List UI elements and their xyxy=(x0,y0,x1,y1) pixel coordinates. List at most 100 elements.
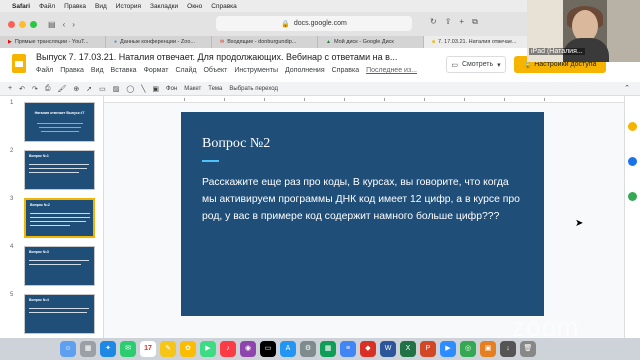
menu-help[interactable]: Справка xyxy=(211,3,237,10)
zoom-app-icon[interactable]: ▶ xyxy=(440,341,456,357)
document-title[interactable]: Выпуск 7. 17.03.21. Наталия отвечает. Дл… xyxy=(36,52,397,62)
present-button[interactable]: ▭ Смотреть ▾ xyxy=(446,56,506,73)
docs-menu-object[interactable]: Объект xyxy=(203,67,227,74)
select-cursor-icon[interactable]: ➚ xyxy=(86,85,92,93)
slide-thumbnail[interactable]: Вопрос №3 xyxy=(24,246,95,286)
slide-thumbnail-row[interactable]: 5 Вопрос №4 xyxy=(0,292,103,338)
menu-window[interactable]: Окно xyxy=(187,3,202,10)
browser-tab[interactable]: ✉ Входящие - donburgundip... xyxy=(212,36,318,48)
last-edit-link[interactable]: Последнее из... xyxy=(366,67,417,74)
acrobat-icon[interactable]: ◆ xyxy=(360,341,376,357)
trash-icon[interactable]: 🗑 xyxy=(520,341,536,357)
excel-icon[interactable]: X xyxy=(400,341,416,357)
slide-thumbnail[interactable]: Наталия отвечает Выпуск #7 xyxy=(24,102,95,142)
reload-icon[interactable]: ↻ xyxy=(430,17,437,27)
docs-menu-edit[interactable]: Правка xyxy=(60,67,84,74)
browser-tab[interactable]: ● Данные конференции - Zoo... xyxy=(106,36,212,48)
docs-menu-addons[interactable]: Дополнения xyxy=(285,67,325,74)
line-icon[interactable]: ╲ xyxy=(141,85,145,93)
docs-menu-insert[interactable]: Вставка xyxy=(111,67,137,74)
fullscreen-window-icon[interactable] xyxy=(30,20,37,28)
new-slide-icon[interactable]: + xyxy=(8,85,12,92)
docs-icon[interactable]: ≡ xyxy=(340,341,356,357)
notes-icon[interactable]: ✎ xyxy=(160,341,176,357)
menu-bookmarks[interactable]: Закладки xyxy=(150,3,178,10)
sheets-icon[interactable]: ▦ xyxy=(320,341,336,357)
docs-menu-slide[interactable]: Слайд xyxy=(175,67,196,74)
current-slide[interactable]: Вопрос №2 Расскажите еще раз про коды, В… xyxy=(181,112,544,316)
browser-tab-active[interactable]: ■ 7. 17.03.21. Наталия отвечае... xyxy=(424,36,530,48)
word-icon[interactable]: W xyxy=(380,341,396,357)
browser-tab[interactable]: ▶ Прямые трансляции - YouT... xyxy=(0,36,106,48)
chrome-icon[interactable]: ◎ xyxy=(460,341,476,357)
menu-file[interactable]: Файл xyxy=(39,3,55,10)
text-box-icon[interactable]: ▭ xyxy=(99,85,106,93)
tv-icon[interactable]: ▭ xyxy=(260,341,276,357)
launchpad-icon[interactable]: ▦ xyxy=(80,341,96,357)
paint-format-icon[interactable]: 🖌 xyxy=(57,85,66,93)
minimize-window-icon[interactable] xyxy=(19,20,26,28)
lock-icon: 🔒 xyxy=(281,20,290,28)
system-preferences-icon[interactable]: ⚙ xyxy=(300,341,316,357)
redo-icon[interactable]: ↷ xyxy=(32,85,38,93)
docs-menu-view[interactable]: Вид xyxy=(91,67,104,74)
finder-icon[interactable]: ☺ xyxy=(60,341,76,357)
slide-body-text[interactable]: Расскажите еще раз про коды, В курсах, в… xyxy=(202,174,522,225)
preview-icon[interactable]: ▣ xyxy=(480,341,496,357)
app-store-icon[interactable]: A xyxy=(280,341,296,357)
image-icon[interactable]: ▨ xyxy=(113,85,120,93)
keep-icon[interactable] xyxy=(628,122,637,131)
docs-menu-tools[interactable]: Инструменты xyxy=(234,67,278,74)
facetime-icon[interactable]: ▶ xyxy=(200,341,216,357)
print-icon[interactable]: ⎙ xyxy=(45,85,51,93)
calendar-addon-icon[interactable] xyxy=(628,192,637,201)
transition-button[interactable]: Выбрать переход xyxy=(229,86,278,92)
slide-thumbnail-selected[interactable]: Вопрос №2 xyxy=(24,198,95,238)
chevron-up-icon[interactable]: ⌃ xyxy=(624,84,630,92)
ruler-tick xyxy=(304,98,305,101)
tab-overview-icon[interactable]: ⧉ xyxy=(472,17,478,27)
zoom-icon[interactable]: ⊕ xyxy=(73,85,79,93)
undo-icon[interactable]: ↶ xyxy=(19,85,25,93)
powerpoint-icon[interactable]: P xyxy=(420,341,436,357)
comment-icon[interactable]: ▣ xyxy=(152,85,159,93)
calendar-icon[interactable]: 17 xyxy=(140,341,156,357)
theme-button[interactable]: Тема xyxy=(208,86,222,92)
menu-safari[interactable]: Safari xyxy=(12,3,30,10)
docs-menu-help[interactable]: Справка xyxy=(332,67,359,74)
menu-view[interactable]: Вид xyxy=(95,3,107,10)
back-arrow-icon[interactable]: ‹ xyxy=(63,20,66,29)
slide-thumbnail[interactable]: Вопрос №4 xyxy=(24,294,95,334)
music-icon[interactable]: ♪ xyxy=(220,341,236,357)
forward-arrow-icon[interactable]: › xyxy=(72,20,75,29)
slide-thumbnail-row[interactable]: 4 Вопрос №3 xyxy=(0,244,103,290)
sidebar-toggle-icon[interactable]: ▤ xyxy=(48,20,56,29)
slide-editor-canvas[interactable]: Вопрос №2 Расскажите еще раз про коды, В… xyxy=(104,96,624,338)
tasks-icon[interactable] xyxy=(628,157,637,166)
slide-thumbnail[interactable]: Вопрос №1 xyxy=(24,150,95,190)
browser-tab[interactable]: ▲ Мой диск - Google Диск xyxy=(318,36,424,48)
background-button[interactable]: Фон xyxy=(166,86,177,92)
slides-logo-icon[interactable] xyxy=(12,54,26,73)
menu-history[interactable]: История xyxy=(116,3,141,10)
slide-number: 5 xyxy=(10,292,14,298)
share-icon[interactable]: ⇪ xyxy=(445,17,452,27)
close-window-icon[interactable] xyxy=(8,20,15,28)
slide-thumbnail-row-selected[interactable]: 3 Вопрос №2 xyxy=(0,196,103,242)
docs-menu-format[interactable]: Формат xyxy=(144,67,169,74)
slide-title[interactable]: Вопрос №2 xyxy=(202,136,270,152)
downloads-icon[interactable]: ↓ xyxy=(500,341,516,357)
docs-menu-file[interactable]: Файл xyxy=(36,67,53,74)
address-bar[interactable]: 🔒 docs.google.com xyxy=(216,16,412,31)
menu-edit[interactable]: Правка xyxy=(64,3,86,10)
slide-thumbnail-row[interactable]: 1 Наталия отвечает Выпуск #7 xyxy=(0,100,103,146)
messages-icon[interactable]: ✉ xyxy=(120,341,136,357)
webcam-video: iPad (Наталия... xyxy=(527,0,640,62)
photos-icon[interactable]: ✿ xyxy=(180,341,196,357)
shape-icon[interactable]: ◯ xyxy=(126,85,134,93)
podcasts-icon[interactable]: ◉ xyxy=(240,341,256,357)
safari-icon[interactable]: ✦ xyxy=(100,341,116,357)
new-tab-icon[interactable]: + xyxy=(459,17,464,27)
slide-thumbnail-row[interactable]: 2 Вопрос №1 xyxy=(0,148,103,194)
layout-button[interactable]: Макет xyxy=(184,86,201,92)
